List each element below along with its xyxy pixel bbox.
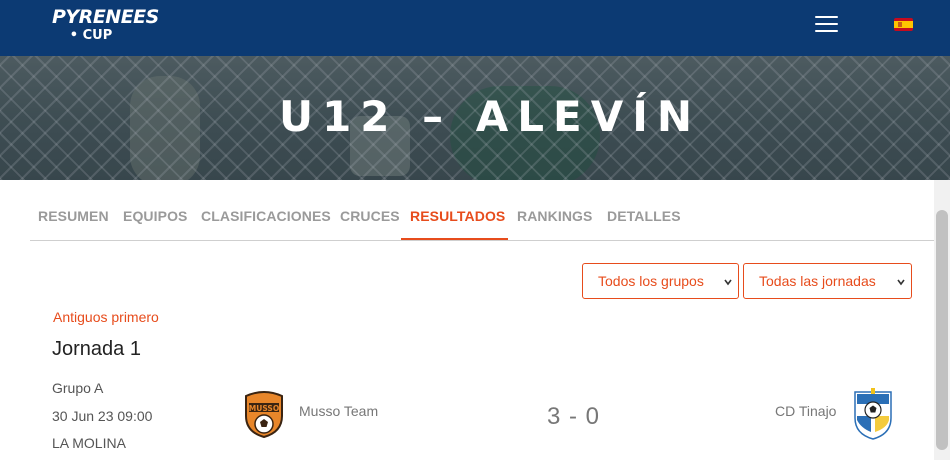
hamburger-menu-icon[interactable] <box>815 16 838 34</box>
logo-line-2: • CUP <box>69 28 113 43</box>
tab-equipos[interactable]: EQUIPOS <box>123 208 188 224</box>
match-datetime: 30 Jun 23 09:00 <box>52 408 153 424</box>
chevron-down-icon <box>724 279 732 286</box>
home-team-name: Musso Team <box>299 403 379 419</box>
round-filter-select[interactable]: Todas las jornadas <box>743 263 912 299</box>
match-score: 3 - 0 <box>547 403 601 430</box>
spain-flag-icon[interactable] <box>894 18 913 31</box>
tab-rankings[interactable]: RANKINGS <box>517 208 592 224</box>
tab-resultados[interactable]: RESULTADOS <box>410 208 505 224</box>
active-tab-indicator <box>401 238 508 240</box>
pyrenees-cup-logo[interactable]: PYRENEES • CUP <box>52 6 159 46</box>
group-filter-select[interactable]: Todos los grupos <box>582 263 739 299</box>
chevron-down-icon <box>897 279 905 286</box>
page-title: U12 – ALEVÍN <box>278 92 702 141</box>
cd-tinajo-crest-icon <box>854 388 892 440</box>
group-filter-value: Todos los grupos <box>598 273 704 289</box>
logo-line-1: PYRENEES <box>52 6 159 28</box>
round-filter-value: Todas las jornadas <box>759 273 876 289</box>
away-team-name: CD Tinajo <box>775 403 837 419</box>
sort-toggle-link[interactable]: Antiguos primero <box>53 309 159 325</box>
scrollbar-thumb[interactable] <box>936 210 948 450</box>
round-title: Jornada 1 <box>52 338 141 360</box>
tab-cruces[interactable]: CRUCES <box>340 208 400 224</box>
hero-banner: U12 – ALEVÍN <box>0 56 950 180</box>
category-tabs: RESUMEN EQUIPOS CLASIFICACIONES CRUCES R… <box>30 180 934 241</box>
tab-detalles[interactable]: DETALLES <box>607 208 681 224</box>
musso-team-crest-icon: MUSSO <box>245 391 283 438</box>
tab-resumen[interactable]: RESUMEN <box>38 208 109 224</box>
svg-text:MUSSO: MUSSO <box>249 404 279 413</box>
match-venue: LA MOLINA <box>52 435 126 451</box>
tab-clasificaciones[interactable]: CLASIFICACIONES <box>201 208 331 224</box>
top-navbar: PYRENEES • CUP <box>0 0 950 56</box>
match-group: Grupo A <box>52 380 104 396</box>
page-scrollbar[interactable] <box>934 180 950 460</box>
